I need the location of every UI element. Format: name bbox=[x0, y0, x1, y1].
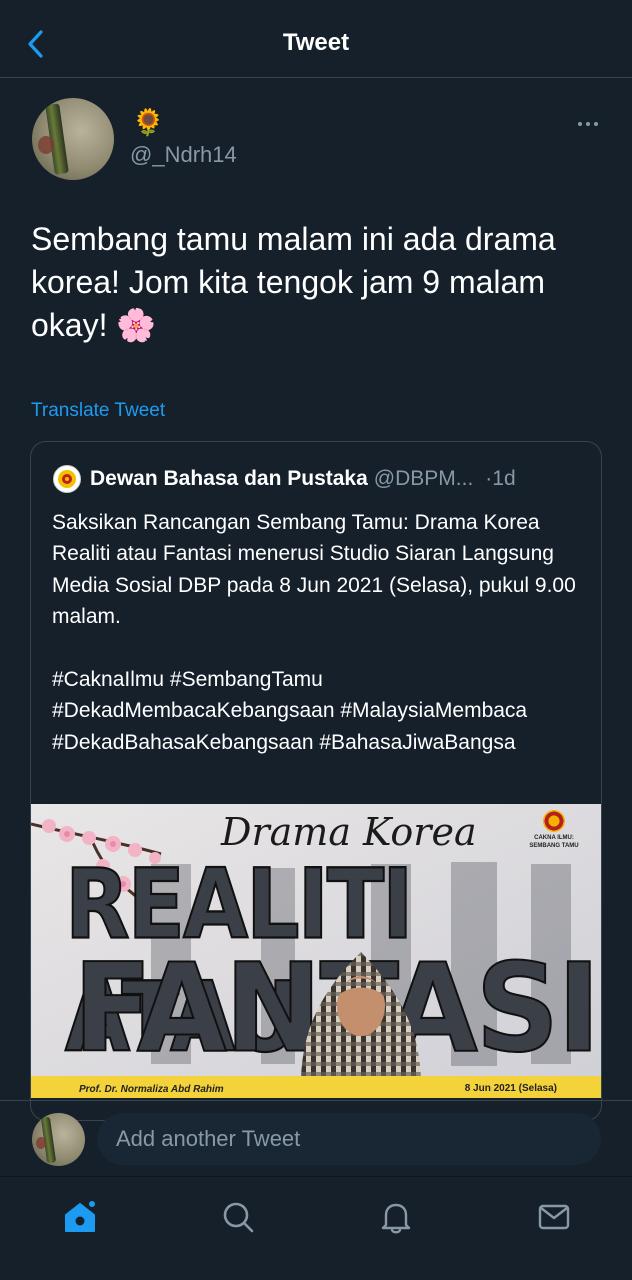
nav-messages[interactable] bbox=[530, 1193, 578, 1241]
more-options-button[interactable] bbox=[572, 112, 604, 136]
dbp-logo-icon bbox=[53, 465, 81, 493]
quoted-tweet-header: Dewan Bahasa dan Pustaka @DBPM... ·1d bbox=[53, 464, 581, 494]
page-title: Tweet bbox=[282, 29, 350, 56]
messages-icon bbox=[538, 1204, 570, 1230]
quoted-author-handle: @DBPM... bbox=[373, 467, 474, 490]
my-avatar[interactable] bbox=[32, 1113, 85, 1166]
nav-search[interactable] bbox=[214, 1193, 262, 1241]
quoted-hashtags: #CaknaIlmu #SembangTamu #DekadMembacaKeb… bbox=[52, 668, 528, 754]
poster-date: 8 Jun 2021 (Selasa) bbox=[464, 1083, 557, 1094]
quoted-tweet-text: Saksikan Rancangan Sembang Tamu: Drama K… bbox=[52, 511, 576, 628]
quoted-timestamp: ·1d bbox=[485, 467, 516, 490]
search-icon bbox=[223, 1202, 254, 1233]
avatar[interactable] bbox=[32, 98, 114, 180]
quoted-tweet[interactable]: Dewan Bahasa dan Pustaka @DBPM... ·1d Sa… bbox=[30, 441, 602, 1121]
nav-home[interactable] bbox=[56, 1193, 104, 1241]
reply-input[interactable] bbox=[97, 1113, 601, 1165]
poster-speaker-name: Prof. Dr. Normaliza Abd Rahim bbox=[79, 1084, 224, 1095]
notifications-icon bbox=[381, 1203, 411, 1234]
speaker-photo bbox=[301, 952, 421, 1078]
user-handle[interactable]: @_Ndrh14 bbox=[130, 142, 237, 168]
nav-notifications[interactable] bbox=[372, 1193, 420, 1241]
tweet-text: Sembang tamu malam ini ada drama korea! … bbox=[31, 221, 556, 343]
reply-bar bbox=[0, 1100, 632, 1176]
display-name[interactable]: 🌻 bbox=[132, 108, 164, 136]
poster-footer-band: Prof. Dr. Normaliza Abd Rahim 8 Jun 2021… bbox=[31, 1076, 601, 1098]
poster-org-label: CAKNA ILMU: SEMBANG TAMU bbox=[519, 810, 589, 850]
quoted-author-name: Dewan Bahasa dan Pustaka bbox=[90, 467, 368, 490]
translate-tweet-link[interactable]: Translate Tweet bbox=[31, 400, 165, 422]
poster-image[interactable]: Drama Korea CAKNA ILMU: SEMBANG TAMU REA… bbox=[31, 804, 601, 1098]
more-dots-icon bbox=[578, 122, 582, 126]
emblem-icon bbox=[543, 810, 565, 832]
bottom-navigation bbox=[0, 1176, 632, 1280]
home-icon bbox=[65, 1199, 97, 1232]
top-bar: Tweet bbox=[0, 0, 632, 78]
